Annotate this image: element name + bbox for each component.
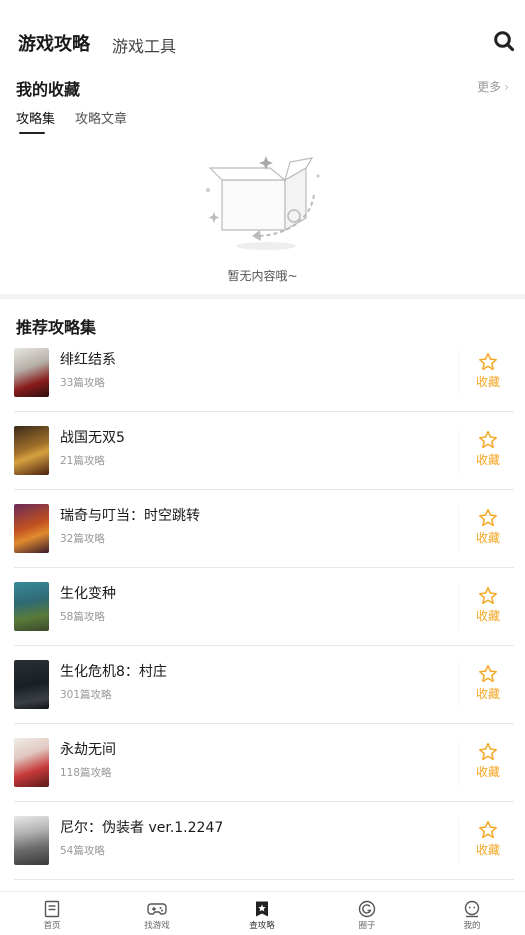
list-item[interactable]: 瑞奇与叮当：时空跳转 32篇攻略 收藏	[0, 490, 525, 568]
favorite-button[interactable]: 收藏	[475, 586, 501, 628]
list-item[interactable]: 生化变种 58篇攻略 收藏	[0, 568, 525, 646]
favorite-button[interactable]: 收藏	[475, 742, 501, 784]
item-count: 21篇攻略	[60, 455, 105, 467]
favorite-label: 收藏	[475, 843, 500, 857]
empty-state: 暂无内容哦~	[0, 150, 525, 290]
circle-g-icon	[358, 900, 376, 918]
row-separator	[458, 506, 459, 552]
item-name: 生化变种	[60, 586, 116, 602]
row-separator	[458, 740, 459, 786]
favorite-label: 收藏	[475, 687, 500, 701]
favorite-button[interactable]: 收藏	[475, 664, 501, 706]
subtab-guide-articles[interactable]: 攻略文章	[75, 108, 127, 127]
nav-guides[interactable]: 查攻略	[232, 900, 292, 931]
nav-label: 查攻略	[249, 921, 275, 931]
item-name: 尼尔：伪装者 ver.1.2247	[60, 820, 224, 836]
favorite-label: 收藏	[475, 453, 500, 467]
row-separator	[458, 428, 459, 474]
tab-game-guides[interactable]: 游戏攻略	[18, 30, 90, 56]
search-icon[interactable]	[493, 30, 515, 52]
row-separator	[458, 662, 459, 708]
star-icon	[478, 742, 498, 761]
home-doc-icon	[44, 900, 60, 918]
game-cover	[14, 582, 49, 631]
active-tab-indicator	[19, 132, 45, 134]
list-item[interactable]: 永劫无间 118篇攻略 收藏	[0, 724, 525, 802]
item-name: 生化危机8：村庄	[60, 664, 167, 680]
nav-find-games[interactable]: 找游戏	[127, 900, 187, 931]
tab-game-tools[interactable]: 游戏工具	[112, 33, 176, 57]
item-count: 118篇攻略	[60, 767, 112, 779]
list-item[interactable]: 绯红结系 33篇攻略 收藏	[0, 334, 525, 412]
nav-mine[interactable]: 我的	[442, 900, 502, 931]
list-item[interactable]: 战国无双5 21篇攻略 收藏	[0, 412, 525, 490]
more-label: 更多	[477, 80, 502, 94]
item-count: 54篇攻略	[60, 845, 105, 857]
star-icon	[478, 430, 498, 449]
item-count: 301篇攻略	[60, 689, 112, 701]
row-separator	[458, 350, 459, 396]
favorites-header: 我的收藏 更多 ›	[16, 76, 509, 99]
subtab-guide-collections[interactable]: 攻略集	[16, 108, 55, 127]
star-icon	[478, 508, 498, 527]
divider	[14, 879, 514, 880]
top-bar: 游戏攻略 游戏工具	[0, 0, 525, 80]
nav-label: 找游戏	[144, 921, 170, 931]
empty-text: 暂无内容哦~	[227, 269, 298, 283]
row-separator	[458, 584, 459, 630]
nav-home[interactable]: 首页	[22, 900, 82, 931]
chevron-right-icon: ›	[504, 80, 509, 94]
section-divider	[0, 294, 525, 299]
item-name: 绯红结系	[60, 352, 116, 368]
favorite-button[interactable]: 收藏	[475, 508, 501, 550]
star-icon	[478, 586, 498, 605]
empty-box-illustration	[206, 156, 320, 250]
item-name: 瑞奇与叮当：时空跳转	[60, 508, 200, 524]
favorite-button[interactable]: 收藏	[475, 352, 501, 394]
list-item[interactable]: 尼尔：伪装者 ver.1.2247 54篇攻略 收藏	[0, 802, 525, 880]
nav-label: 圈子	[358, 921, 376, 931]
star-icon	[478, 820, 498, 839]
item-count: 58篇攻略	[60, 611, 105, 623]
game-cover	[14, 504, 49, 553]
row-separator	[458, 818, 459, 864]
star-icon	[478, 352, 498, 371]
game-cover	[14, 738, 49, 787]
item-name: 永劫无间	[60, 742, 116, 758]
profile-face-icon	[464, 900, 480, 918]
star-icon	[478, 664, 498, 683]
bottom-nav: 首页 找游戏 查攻略 圈子 我的	[0, 891, 525, 935]
nav-circle[interactable]: 圈子	[337, 900, 397, 931]
game-cover	[14, 660, 49, 709]
game-cover	[14, 816, 49, 865]
list-item[interactable]: 生化危机8：村庄 301篇攻略 收藏	[0, 646, 525, 724]
more-link[interactable]: 更多 ›	[477, 78, 509, 95]
favorite-label: 收藏	[475, 765, 500, 779]
nav-label: 首页	[43, 921, 61, 931]
bookmark-star-icon	[256, 901, 268, 917]
nav-label: 我的	[463, 921, 481, 931]
game-cover	[14, 348, 49, 397]
gamepad-icon	[147, 903, 167, 915]
favorite-button[interactable]: 收藏	[475, 820, 501, 862]
favorite-label: 收藏	[475, 531, 500, 545]
item-count: 33篇攻略	[60, 377, 105, 389]
favorite-label: 收藏	[475, 609, 500, 623]
game-cover	[14, 426, 49, 475]
item-count: 32篇攻略	[60, 533, 105, 545]
favorite-button[interactable]: 收藏	[475, 430, 501, 472]
item-name: 战国无双5	[60, 430, 125, 446]
favorites-title: 我的收藏	[16, 80, 81, 99]
favorite-label: 收藏	[475, 375, 500, 389]
